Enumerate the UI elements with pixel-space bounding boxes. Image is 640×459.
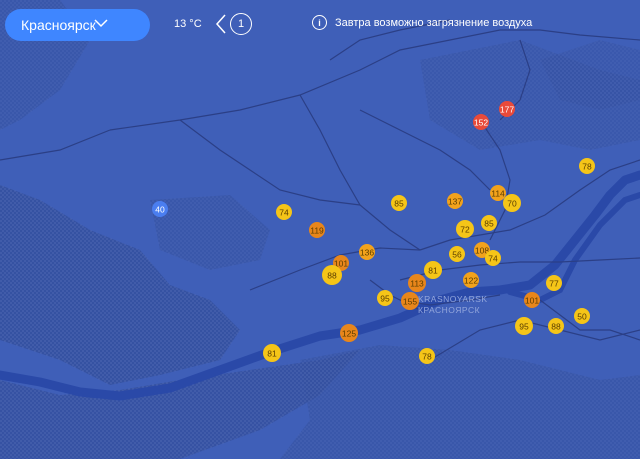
aqi-marker-value: 50 <box>577 312 587 322</box>
aqi-marker-value: 81 <box>267 349 277 359</box>
aqi-marker-value: 78 <box>582 162 592 172</box>
aqi-marker-value: 155 <box>403 297 417 307</box>
aqi-marker[interactable]: 101 <box>524 292 540 308</box>
city-selector[interactable]: Красноярск <box>5 9 150 41</box>
aqi-marker[interactable]: 125 <box>340 324 358 342</box>
aqi-marker[interactable]: 74 <box>485 250 501 266</box>
info-icon[interactable]: i <box>312 15 327 30</box>
aqi-marker[interactable]: 81 <box>263 344 281 362</box>
pollution-alert: i Завтра возможно загрязнение воздуха <box>312 15 532 30</box>
aqi-marker[interactable]: 137 <box>447 193 463 209</box>
aqi-marker[interactable]: 122 <box>463 272 479 288</box>
aqi-marker-value: 85 <box>484 219 494 229</box>
aqi-marker[interactable]: 85 <box>481 215 497 231</box>
aqi-marker[interactable]: 88 <box>322 265 342 285</box>
aqi-marker-value: 136 <box>360 248 374 258</box>
map-screen: KRASNOYARSK КРАСНОЯРСК 177 152 78 114 70 137 8… <box>0 0 640 459</box>
air-quality-map[interactable]: KRASNOYARSK КРАСНОЯРСК 17715278114701378… <box>0 0 640 459</box>
aqi-marker[interactable]: 81 <box>424 261 442 279</box>
aqi-marker-value: 95 <box>519 322 529 332</box>
aqi-marker[interactable]: 136 <box>359 244 375 260</box>
aqi-marker-value: 88 <box>327 271 337 281</box>
aqi-marker-value: 74 <box>488 254 498 264</box>
aqi-marker[interactable]: 177 <box>499 101 515 117</box>
aqi-marker-value: 56 <box>452 250 462 260</box>
aqi-marker[interactable]: 119 <box>309 222 325 238</box>
chevron-left-icon[interactable] <box>214 13 228 35</box>
aqi-marker[interactable]: 40 <box>152 201 168 217</box>
aqi-marker[interactable]: 74 <box>276 204 292 220</box>
aqi-marker[interactable]: 155 <box>401 292 419 310</box>
temperature-readout: 13 °C <box>174 18 202 30</box>
aqi-marker-value: 74 <box>279 208 289 218</box>
aqi-marker[interactable]: 88 <box>548 318 564 334</box>
aqi-marker[interactable]: 50 <box>574 308 590 324</box>
city-map-label-cyrillic: КРАСНОЯРСК <box>418 305 480 315</box>
aqi-marker-value: 177 <box>500 105 514 115</box>
aqi-marker[interactable]: 85 <box>391 195 407 211</box>
aqi-marker-value: 78 <box>422 352 432 362</box>
aqi-marker-value: 137 <box>448 197 462 207</box>
aqi-marker-value: 77 <box>549 279 559 289</box>
aqi-marker-value: 88 <box>551 322 561 332</box>
aqi-marker[interactable]: 95 <box>377 290 393 306</box>
aqi-marker-value: 122 <box>464 276 478 286</box>
aqi-marker[interactable]: 78 <box>579 158 595 174</box>
aqi-marker-value: 114 <box>491 189 505 199</box>
aqi-marker[interactable]: 114 <box>490 185 506 201</box>
aqi-marker-value: 119 <box>310 226 324 236</box>
city-selector-label: Красноярск <box>21 17 96 33</box>
chevron-down-icon <box>94 19 108 28</box>
aqi-marker[interactable]: 56 <box>449 246 465 262</box>
city-map-label-latin: KRASNOYARSK <box>418 294 488 304</box>
pager: 1 <box>214 12 252 36</box>
aqi-marker[interactable]: 113 <box>408 274 426 292</box>
aqi-marker[interactable]: 78 <box>419 348 435 364</box>
pollution-alert-text: Завтра возможно загрязнение воздуха <box>335 16 533 29</box>
aqi-marker[interactable]: 70 <box>503 194 521 212</box>
aqi-marker[interactable]: 152 <box>473 114 489 130</box>
aqi-marker-value: 81 <box>428 266 438 276</box>
aqi-marker-value: 113 <box>410 279 424 289</box>
aqi-marker[interactable]: 72 <box>456 220 474 238</box>
page-indicator[interactable]: 1 <box>230 13 252 35</box>
aqi-marker-value: 95 <box>380 294 390 304</box>
aqi-marker-value: 40 <box>155 205 165 215</box>
aqi-marker-value: 70 <box>507 199 517 209</box>
aqi-marker[interactable]: 77 <box>546 275 562 291</box>
aqi-marker-value: 72 <box>460 225 470 235</box>
aqi-marker[interactable]: 95 <box>515 317 533 335</box>
aqi-marker-value: 101 <box>525 296 539 306</box>
aqi-marker-value: 152 <box>474 118 488 128</box>
aqi-marker-value: 125 <box>342 329 356 339</box>
aqi-marker-value: 85 <box>394 199 404 209</box>
